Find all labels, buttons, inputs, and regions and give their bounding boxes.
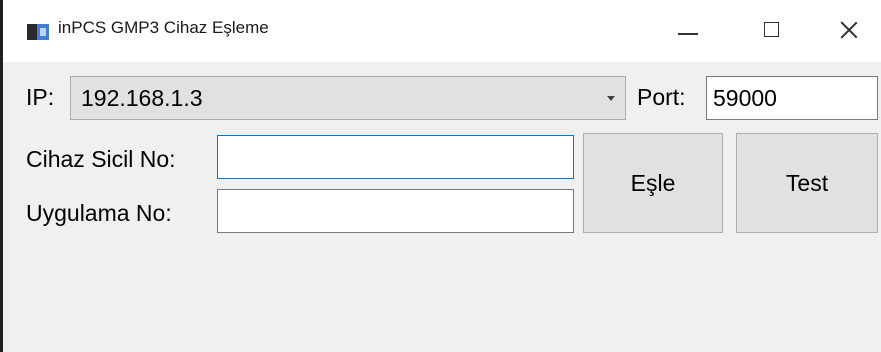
ip-value: 192.168.1.3 <box>81 85 203 111</box>
app-icon <box>27 24 49 40</box>
app-window: inPCS GMP3 Cihaz Eşleme IP: 192.168.1.3 … <box>0 0 881 352</box>
app-no-label: Uygulama No: <box>26 200 172 226</box>
port-field[interactable] <box>706 76 878 120</box>
maximize-icon <box>764 22 779 37</box>
window-title: inPCS GMP3 Cihaz Eşleme <box>58 18 269 37</box>
app-no-field[interactable] <box>217 189 574 233</box>
chevron-down-icon <box>607 96 615 101</box>
port-label: Port: <box>637 84 686 110</box>
ip-combobox[interactable]: 192.168.1.3 <box>70 76 626 120</box>
maximize-button[interactable] <box>725 0 817 62</box>
minimize-button[interactable] <box>643 0 735 62</box>
ip-label: IP: <box>26 84 55 110</box>
minimize-icon <box>678 33 698 35</box>
test-button[interactable]: Test <box>736 133 878 233</box>
title-bar[interactable]: inPCS GMP3 Cihaz Eşleme <box>3 0 881 62</box>
pair-button[interactable]: Eşle <box>583 133 723 233</box>
close-button[interactable] <box>807 0 881 62</box>
device-serial-label: Cihaz Sicil No: <box>26 146 176 172</box>
device-serial-field[interactable] <box>217 135 574 179</box>
close-icon <box>838 19 860 41</box>
